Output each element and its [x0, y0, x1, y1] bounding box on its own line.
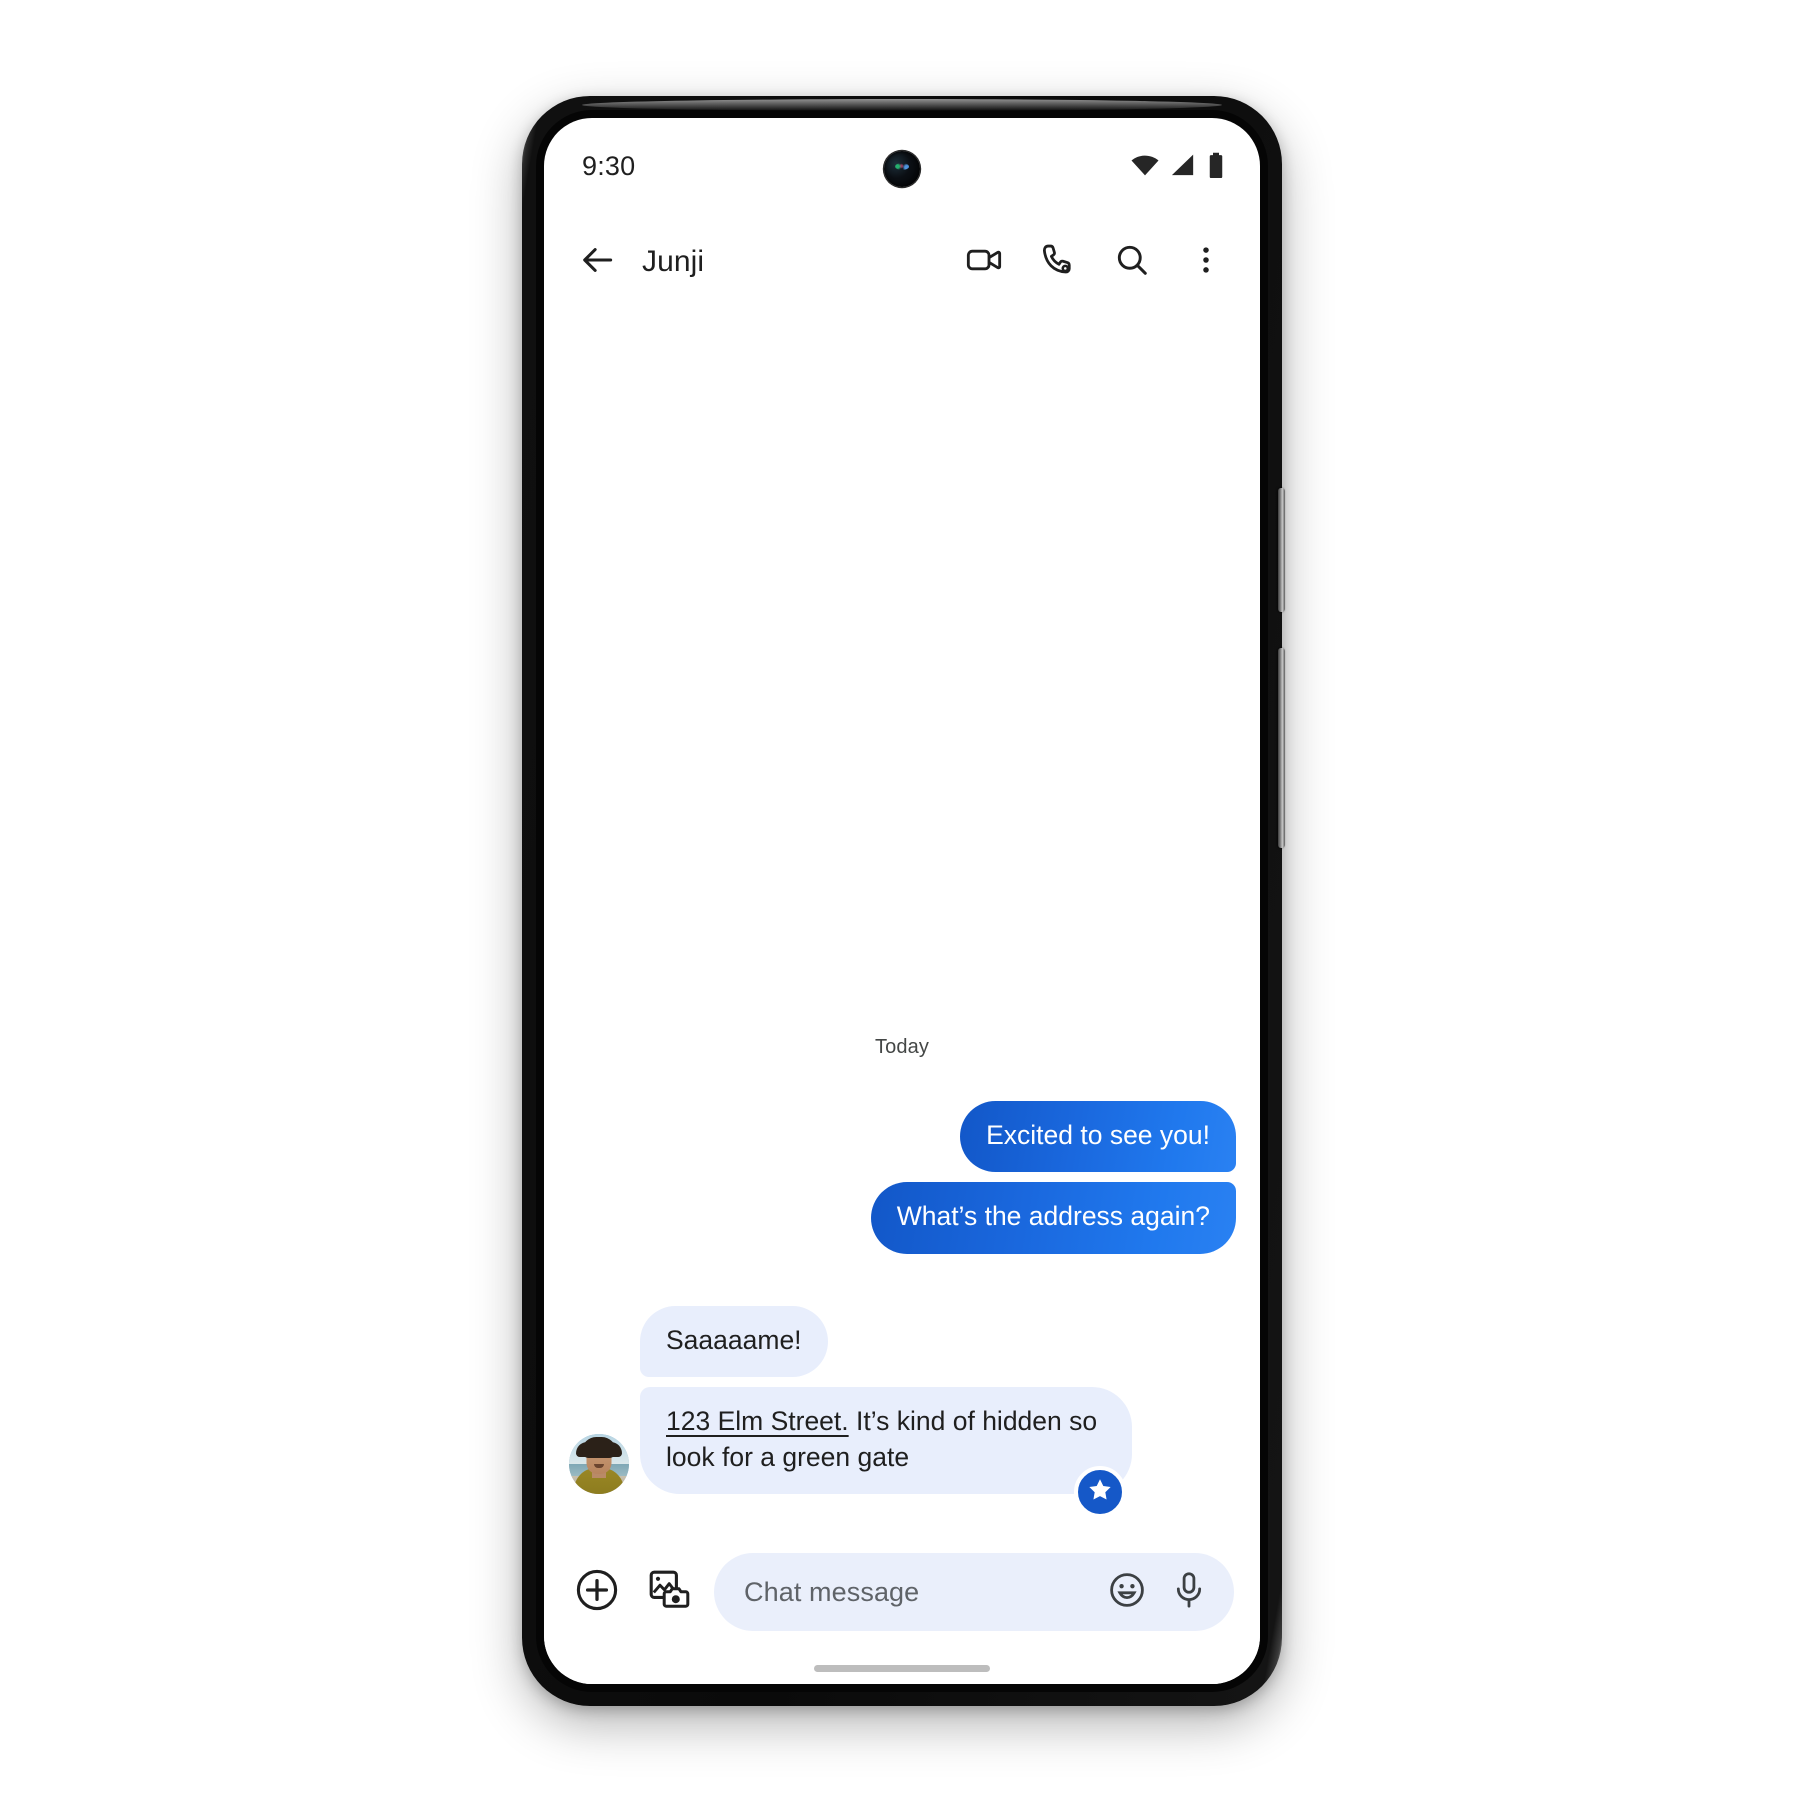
avatar-person-hair: [582, 1437, 616, 1458]
app-bar-actions: [956, 234, 1234, 290]
screenshot-canvas: 9:30 Junji Today Excited to see you! Wha…: [0, 0, 1800, 1800]
power-button[interactable]: [1278, 488, 1285, 612]
phone-device-frame: 9:30 Junji Today Excited to see you! Wha…: [522, 96, 1285, 1706]
status-bar-icons: [1130, 151, 1226, 181]
gallery-camera-button[interactable]: [642, 1565, 696, 1619]
navigation-bar: [544, 1652, 1260, 1684]
date-divider: Today: [874, 1035, 930, 1058]
message-row-outgoing: What’s the address again?: [568, 1182, 1236, 1254]
app-bar: Junji: [544, 214, 1260, 310]
overflow-menu-button[interactable]: [1178, 234, 1234, 290]
message-row-incoming: 123 Elm Street. It’s kind of hidden so l…: [568, 1387, 1236, 1518]
message-with-reaction: 123 Elm Street. It’s kind of hidden so l…: [640, 1387, 1132, 1518]
avatar-slot: [568, 1434, 630, 1494]
compose-bar: Chat message: [544, 1532, 1260, 1652]
add-attachment-button[interactable]: [570, 1565, 624, 1619]
battery-icon: [1206, 151, 1226, 181]
voice-call-button[interactable]: [1030, 234, 1086, 290]
emoji-picker-button[interactable]: [1104, 1569, 1150, 1615]
gallery-camera-icon: [645, 1566, 693, 1619]
message-bubble-outgoing[interactable]: Excited to see you!: [960, 1100, 1236, 1172]
video-call-icon: [964, 240, 1004, 285]
message-bubble-incoming[interactable]: 123 Elm Street. It’s kind of hidden so l…: [640, 1387, 1132, 1494]
volume-rocker-button[interactable]: [1278, 648, 1285, 848]
plus-circle-icon: [573, 1566, 621, 1619]
arrow-back-icon: [579, 241, 617, 284]
voice-record-button[interactable]: [1166, 1569, 1212, 1615]
avatar[interactable]: [569, 1434, 629, 1494]
microphone-icon: [1168, 1569, 1210, 1616]
message-bubble-incoming[interactable]: Saaaaame!: [640, 1305, 828, 1377]
search-icon: [1113, 241, 1151, 284]
overflow-menu-icon: [1189, 243, 1223, 282]
phone-icon: [1039, 241, 1077, 284]
chat-message-input[interactable]: Chat message: [714, 1553, 1234, 1631]
status-bar: 9:30: [544, 118, 1260, 214]
chat-input-placeholder: Chat message: [744, 1576, 920, 1607]
status-bar-clock: 9:30: [582, 150, 636, 181]
message-row-outgoing: Excited to see you!: [568, 1100, 1236, 1172]
message-bubble-outgoing[interactable]: What’s the address again?: [870, 1182, 1236, 1254]
front-camera-punch-hole: [884, 151, 920, 187]
search-button[interactable]: [1104, 234, 1160, 290]
star-icon: [1086, 1476, 1114, 1509]
message-thread[interactable]: Today Excited to see you! What’s the add…: [544, 310, 1260, 1532]
phone-screen: 9:30 Junji Today Excited to see you! Wha…: [544, 118, 1260, 1684]
bezel-sheen: [582, 99, 1222, 111]
star-reaction-badge[interactable]: [1074, 1466, 1126, 1518]
cellular-signal-icon: [1169, 152, 1197, 180]
emoji-smiley-icon: [1106, 1569, 1148, 1616]
message-row-incoming: Saaaaame!: [568, 1305, 1236, 1377]
wifi-icon: [1130, 151, 1160, 181]
home-indicator[interactable]: [814, 1664, 990, 1672]
address-link[interactable]: 123 Elm Street.: [666, 1406, 849, 1436]
conversation-title: Junji: [642, 245, 705, 278]
back-button[interactable]: [570, 234, 626, 290]
video-call-button[interactable]: [956, 234, 1012, 290]
